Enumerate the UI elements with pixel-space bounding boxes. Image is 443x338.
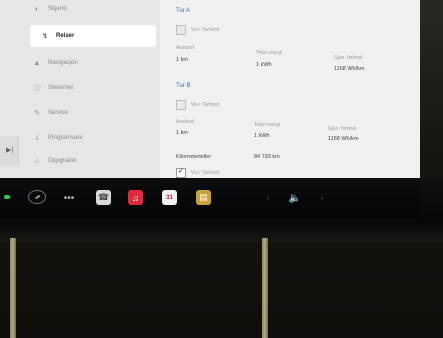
status-indicator xyxy=(4,195,10,199)
sidebar-item-service[interactable]: ✎ Service xyxy=(34,102,68,124)
sidebar-item-software[interactable]: ⤓ Programvare xyxy=(35,127,82,149)
volume-up-button[interactable]: › xyxy=(318,190,326,206)
display-icon: ◐ xyxy=(34,5,40,13)
trip-b-show-checkbox[interactable]: Vis i Turbord xyxy=(176,100,219,110)
trips-panel: Tur A Vis i Turbord Avstand 1 km Total e… xyxy=(168,0,420,178)
software-icon: ⤓ xyxy=(35,134,39,141)
phone-app-icon[interactable]: ☎ xyxy=(96,190,111,205)
trip-b-avg-value: 1168 Wh/km xyxy=(328,136,359,142)
trip-b-avg-label: Gjsn. forbruk xyxy=(328,126,357,132)
safety-icon: ⓘ xyxy=(33,85,41,92)
trip-a-distance-label: Avstand xyxy=(176,45,194,51)
trip-a-energy-value: 1 kWh xyxy=(256,62,272,68)
settings-sidebar: ◐ Skjerm ↯ Reiser ▲ Navigasjon ⓘ Sikkerh… xyxy=(0,0,160,178)
odometer-value: 84 793 km xyxy=(254,154,280,160)
trip-a-avg-label: Gjsn. forbruk xyxy=(334,55,363,61)
trip-a-show-checkbox[interactable]: Vis i Turbord xyxy=(176,25,219,35)
trip-a-energy-label: Total energi xyxy=(256,50,282,56)
trip-b-energy-value: 1 kWh xyxy=(254,133,270,139)
trip-b-energy-label: Total energi xyxy=(254,122,280,128)
volume-down-button[interactable]: ‹ xyxy=(264,190,272,206)
trip-a-title: Tur A xyxy=(176,8,191,14)
trip-b-distance-label: Avstand xyxy=(176,119,194,125)
collapse-icon: ▶︎| xyxy=(6,147,14,154)
sidebar-item-navigation[interactable]: ▲ Navigasjon xyxy=(34,52,78,74)
trip-b-title: Tur B xyxy=(176,83,191,89)
speedometer-icon[interactable] xyxy=(28,190,46,204)
more-apps-button[interactable]: ••• xyxy=(62,190,76,206)
screen-support-left xyxy=(10,238,16,338)
odometer-label: Kilometerteller xyxy=(176,154,212,160)
sidebar-item-safety[interactable]: ⓘ Sikkerhet xyxy=(34,77,74,99)
sidebar-item-upgrade[interactable]: ⌂ Oppgrader xyxy=(35,150,77,172)
upgrade-icon: ⌂ xyxy=(34,157,40,165)
checkbox-checked-icon xyxy=(176,167,186,178)
trips-icon: ↯ xyxy=(42,33,48,40)
volume-icon[interactable]: 🔈 xyxy=(286,190,304,206)
sidebar-item-trips[interactable]: ↯ Reiser xyxy=(30,25,156,47)
navigation-icon: ▲ xyxy=(33,59,41,67)
calendar-app-icon[interactable]: 31 xyxy=(162,190,177,205)
sidebar-item-display[interactable]: ◐ Skjerm xyxy=(35,0,67,20)
service-icon: ✎ xyxy=(34,110,40,117)
odometer-show-checkbox[interactable]: Vis i Turbord xyxy=(176,167,219,178)
trip-b-distance-value: 1 km xyxy=(176,130,188,136)
checkbox-unchecked-icon xyxy=(176,100,186,110)
files-app-icon[interactable]: ▤ xyxy=(196,190,211,205)
trip-a-avg-value: 1168 Wh/km xyxy=(334,66,365,72)
checkbox-unchecked-icon xyxy=(176,25,186,35)
sidebar-collapse-handle[interactable]: ▶︎| xyxy=(0,136,19,166)
screen-support-right xyxy=(262,238,268,338)
trip-a-distance-value: 1 km xyxy=(176,57,188,63)
music-app-icon[interactable]: ♫ xyxy=(128,190,143,205)
touchscreen: ◐ Skjerm ↯ Reiser ▲ Navigasjon ⓘ Sikkerh… xyxy=(0,0,420,178)
